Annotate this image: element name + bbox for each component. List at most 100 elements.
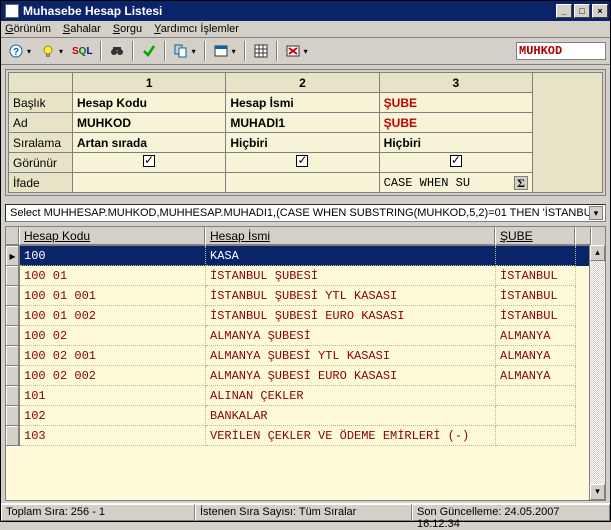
checkbox-icon[interactable] (296, 155, 308, 167)
cell-sube: İSTANBUL (496, 286, 576, 306)
col-hesap-kodu[interactable]: Hesap Kodu (20, 227, 206, 245)
checkbox-icon[interactable] (450, 155, 462, 167)
cell-baslik-2[interactable]: Hesap İsmi (226, 93, 379, 113)
menu-sahalar[interactable]: Sahalar (63, 23, 101, 35)
delete-button[interactable] (282, 40, 304, 62)
cell-hesap-kodu: 100 01 001 (20, 286, 206, 306)
cell-gorunur-3[interactable] (379, 153, 532, 173)
bulb-button[interactable] (37, 40, 59, 62)
dropdown-icon[interactable]: ▾ (27, 47, 35, 56)
corner-cell (9, 73, 73, 93)
row-marker (6, 426, 20, 446)
sql-button[interactable]: SQL (69, 40, 96, 62)
table-row[interactable]: 100 01 002İSTANBUL ŞUBESİ EURO KASASIİST… (6, 306, 605, 326)
cell-sube (496, 246, 576, 266)
cell-hesap-ismi: İSTANBUL ŞUBESİ YTL KASASI (206, 286, 496, 306)
cell-sube (496, 386, 576, 406)
sql-label-s: S (72, 46, 79, 57)
cell-gorunur-1[interactable] (73, 153, 226, 173)
config-panel: 1 2 3 Başlık Hesap Kodu Hesap İsmi ŞUBE … (5, 69, 606, 196)
sql-box[interactable]: Select MUHHESAP.MUHKOD,MUHHESAP.MUHADI1,… (5, 204, 606, 222)
dropdown-icon[interactable]: ▾ (304, 47, 312, 56)
cell-hesap-ismi: ALINAN ÇEKLER (206, 386, 496, 406)
cell-hesap-ismi: BANKALAR (206, 406, 496, 426)
cell-ifade-3[interactable]: CASE WHEN SUΣ (379, 173, 532, 193)
cell-hesap-kodu: 100 01 (20, 266, 206, 286)
cell-sube (496, 406, 576, 426)
check-button[interactable] (138, 40, 160, 62)
cell-sube: İSTANBUL (496, 306, 576, 326)
cell-ifade-2[interactable] (226, 173, 379, 193)
table-row[interactable]: 101ALINAN ÇEKLER (6, 386, 605, 406)
minimize-button[interactable]: _ (556, 4, 572, 18)
search-input[interactable] (516, 42, 606, 60)
cell-sube: ALMANYA (496, 326, 576, 346)
row-gutter-header (6, 227, 20, 245)
col-header-3[interactable]: 3 (379, 73, 532, 93)
status-bar: Toplam Sıra: 256 - 1 İstenen Sıra Sayısı… (1, 503, 610, 521)
dropdown-icon[interactable]: ▾ (192, 47, 200, 56)
sql-label-l: L (86, 46, 92, 57)
table-row[interactable]: 100 02ALMANYA ŞUBESİALMANYA (6, 326, 605, 346)
maximize-button[interactable]: □ (574, 4, 590, 18)
cell-hesap-kodu: 100 02 002 (20, 366, 206, 386)
table-row[interactable]: 100 02 001ALMANYA ŞUBESİ YTL KASASIALMAN… (6, 346, 605, 366)
menu-sorgu[interactable]: Sorgu (113, 23, 142, 35)
result-body[interactable]: ▸100KASA100 01İSTANBUL ŞUBESİİSTANBUL100… (6, 246, 605, 500)
row-marker (6, 266, 20, 286)
row-marker (6, 306, 20, 326)
table-row[interactable]: 103VERİLEN ÇEKLER VE ÖDEME EMİRLERİ (-) (6, 426, 605, 446)
cell-hesap-kodu: 100 (20, 246, 206, 266)
cell-ifade-1[interactable] (73, 173, 226, 193)
table-row[interactable]: 100 02 002ALMANYA ŞUBESİ EURO KASASIALMA… (6, 366, 605, 386)
status-left: Toplam Sıra: 256 - 1 (1, 504, 195, 521)
dropdown-button[interactable]: ▾ (589, 206, 603, 220)
close-button[interactable]: × (592, 4, 608, 18)
cell-baslik-3[interactable]: ŞUBE (379, 93, 532, 113)
menu-bar: Görünüm Sahalar Sorgu Yardımcı İşlemler (1, 21, 610, 38)
col-hesap-ismi[interactable]: Hesap İsmi (206, 227, 496, 245)
status-mid: İstenen Sıra Sayısı: Tüm Sıralar (195, 504, 412, 521)
table-row[interactable]: ▸100KASA (6, 246, 605, 266)
col-header-2[interactable]: 2 (226, 73, 379, 93)
sql-text: Select MUHHESAP.MUHKOD,MUHHESAP.MUHADI1,… (10, 207, 600, 219)
grid-button[interactable] (250, 40, 272, 62)
row-marker (6, 286, 20, 306)
menu-gorunum[interactable]: Görünüm (5, 23, 51, 35)
cell-baslik-1[interactable]: Hesap Kodu (73, 93, 226, 113)
cell-gorunur-2[interactable] (226, 153, 379, 173)
window-button[interactable] (210, 40, 232, 62)
config-grid: 1 2 3 Başlık Hesap Kodu Hesap İsmi ŞUBE … (8, 72, 603, 193)
table-row[interactable]: 100 01İSTANBUL ŞUBESİİSTANBUL (6, 266, 605, 286)
cell-siralama-2[interactable]: Hiçbiri (226, 133, 379, 153)
vertical-scrollbar[interactable]: ▴ ▾ (589, 245, 605, 500)
cell-sube (496, 426, 576, 446)
scroll-track[interactable] (590, 261, 605, 484)
cell-siralama-3[interactable]: Hiçbiri (379, 133, 532, 153)
cell-ad-2[interactable]: MUHADI1 (226, 113, 379, 133)
scroll-down-button[interactable]: ▾ (590, 484, 605, 500)
cell-hesap-kodu: 101 (20, 386, 206, 406)
cell-hesap-kodu: 103 (20, 426, 206, 446)
row-marker (6, 346, 20, 366)
checkbox-icon[interactable] (143, 155, 155, 167)
dropdown-icon[interactable]: ▾ (59, 47, 67, 56)
dropdown-icon[interactable]: ▾ (232, 47, 240, 56)
title-bar: Muhasebe Hesap Listesi _ □ × (1, 1, 610, 21)
col-sube[interactable]: ŞUBE (496, 227, 576, 245)
table-row[interactable]: 102BANKALAR (6, 406, 605, 426)
binoculars-button[interactable] (106, 40, 128, 62)
cell-ad-1[interactable]: MUHKOD (73, 113, 226, 133)
col-header-1[interactable]: 1 (73, 73, 226, 93)
sigma-icon[interactable]: Σ (514, 176, 528, 190)
result-header: Hesap Kodu Hesap İsmi ŞUBE (6, 227, 605, 246)
cell-siralama-1[interactable]: Artan sırada (73, 133, 226, 153)
cell-hesap-kodu: 100 02 001 (20, 346, 206, 366)
copy-button[interactable] (170, 40, 192, 62)
row-siralama: Sıralama (9, 133, 73, 153)
menu-yardimci[interactable]: Yardımcı İşlemler (154, 23, 239, 35)
scroll-up-button[interactable]: ▴ (590, 245, 605, 261)
table-row[interactable]: 100 01 001İSTANBUL ŞUBESİ YTL KASASIİSTA… (6, 286, 605, 306)
help-button[interactable]: ? (5, 40, 27, 62)
cell-ad-3[interactable]: ŞUBE (379, 113, 532, 133)
